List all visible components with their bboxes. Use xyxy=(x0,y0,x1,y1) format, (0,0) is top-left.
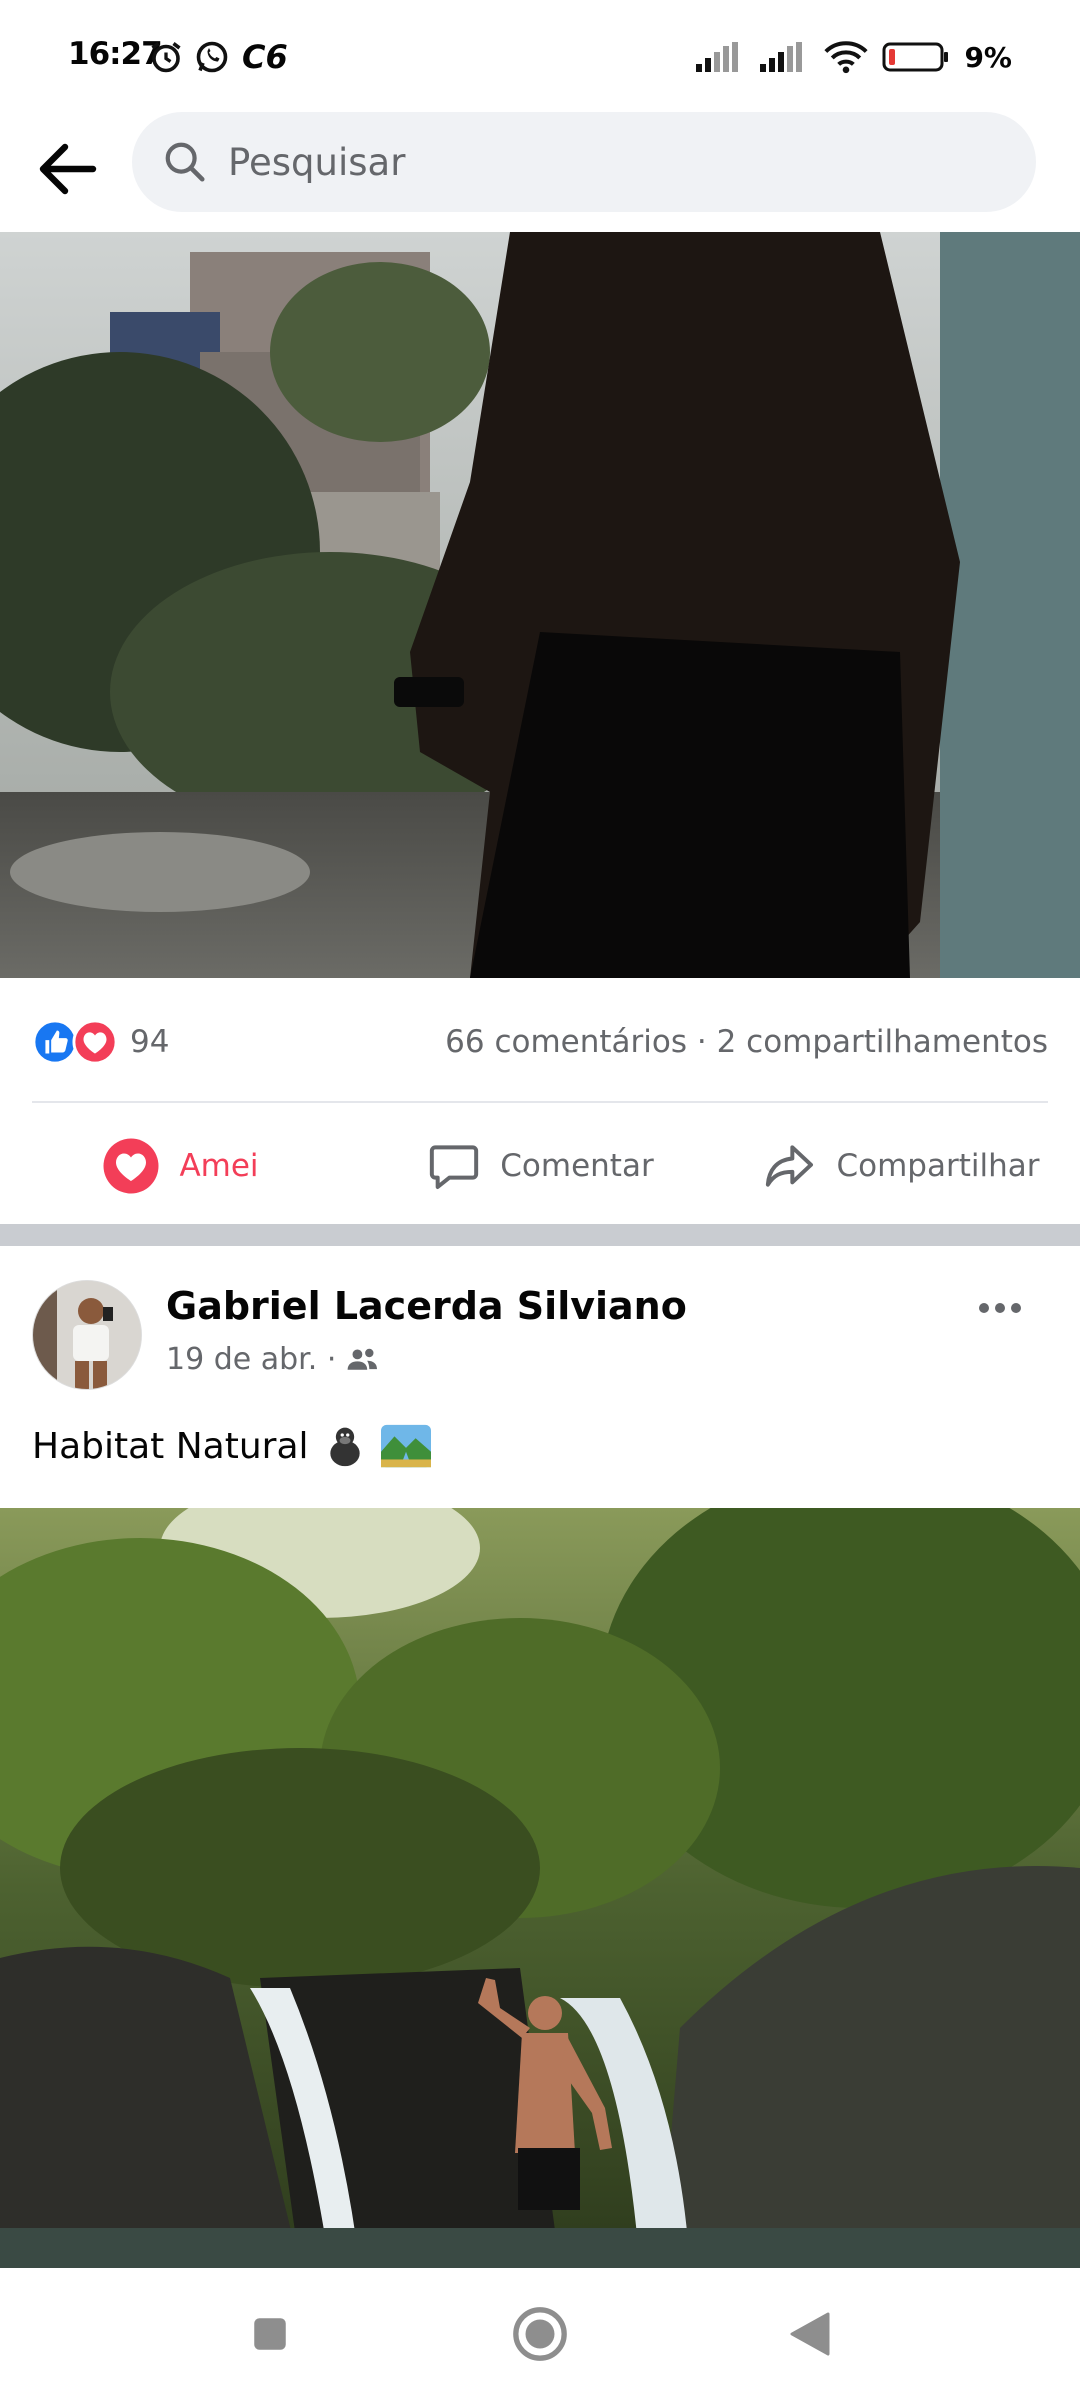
recent-apps-button[interactable] xyxy=(235,2299,305,2369)
author-name[interactable]: Gabriel Lacerda Silviano xyxy=(166,1284,687,1328)
battery-percent: 9% xyxy=(964,40,1012,74)
friends-audience-icon xyxy=(347,1348,378,1370)
system-back-button[interactable] xyxy=(775,2299,845,2369)
post-caption-text: Habitat Natural xyxy=(32,1425,309,1467)
share-button[interactable]: Compartilhar xyxy=(720,1118,1080,1214)
heart-filled-icon xyxy=(103,1138,159,1194)
top-search-header: Pesquisar xyxy=(0,110,1080,232)
search-placeholder: Pesquisar xyxy=(228,140,406,184)
actions-divider xyxy=(32,1101,1048,1103)
back-button[interactable] xyxy=(30,132,104,206)
signal-2-icon xyxy=(760,42,803,72)
more-options-button[interactable] xyxy=(970,1288,1030,1328)
triangle-back-icon xyxy=(790,2312,830,2356)
comment-button[interactable]: Comentar xyxy=(360,1118,720,1214)
wifi-icon xyxy=(824,41,869,74)
signal-icon xyxy=(696,42,739,72)
comment-icon xyxy=(430,1145,479,1189)
reaction-count: 94 xyxy=(130,1024,170,1060)
comments-shares-count[interactable]: 66 comentários · 2 compartilhamentos xyxy=(445,1024,1048,1060)
post-photo-waterfall[interactable] xyxy=(0,1508,1080,2268)
gorilla-emoji-icon xyxy=(329,1427,360,1467)
share-arrow-icon xyxy=(765,1145,813,1187)
search-input[interactable]: Pesquisar xyxy=(132,112,1036,212)
status-system-icons: 9% xyxy=(696,40,1012,74)
arrow-left-icon xyxy=(39,143,97,195)
backyard-photo-image xyxy=(0,232,1080,978)
reactions-summary[interactable]: 94 66 comentários · 2 compartilhamentos xyxy=(32,1010,1048,1074)
whatsapp-icon xyxy=(196,41,228,73)
status-bar: 16:27 C6 9% xyxy=(0,0,1080,110)
author-avatar[interactable] xyxy=(32,1280,142,1390)
post-separator xyxy=(0,1224,1080,1246)
system-navigation-bar xyxy=(0,2268,1080,2400)
reaction-icons xyxy=(32,1019,118,1065)
post-actions: Amei Comentar Compartilhar xyxy=(0,1118,1080,1214)
post-photo-backyard[interactable] xyxy=(0,232,1080,978)
post-caption: Habitat Natural xyxy=(32,1424,431,1468)
share-label: Compartilhar xyxy=(836,1148,1040,1184)
avatar-image xyxy=(33,1281,141,1389)
post-date[interactable]: 19 de abr. · xyxy=(166,1342,336,1377)
search-icon xyxy=(165,142,205,182)
carrier-app-badge: C6 xyxy=(242,38,288,76)
waterfall-photo-image xyxy=(0,1508,1080,2268)
dot-icon xyxy=(1011,1303,1021,1313)
status-notification-icons: C6 xyxy=(148,38,288,76)
home-button[interactable] xyxy=(505,2299,575,2369)
love-button[interactable]: Amei xyxy=(0,1118,360,1214)
post-header: Gabriel Lacerda Silviano 19 de abr. · xyxy=(0,1270,1080,1400)
love-label: Amei xyxy=(179,1148,259,1184)
post-meta: 19 de abr. · xyxy=(166,1342,380,1377)
alarm-icon xyxy=(151,42,181,73)
national-park-emoji-icon xyxy=(380,1424,431,1468)
dot-icon xyxy=(995,1303,1005,1313)
comment-label: Comentar xyxy=(500,1148,654,1184)
dot-icon xyxy=(979,1303,989,1313)
square-icon xyxy=(254,2318,286,2350)
home-circle-icon xyxy=(513,2307,567,2361)
battery-icon xyxy=(882,42,949,72)
love-reaction-icon xyxy=(72,1019,118,1065)
